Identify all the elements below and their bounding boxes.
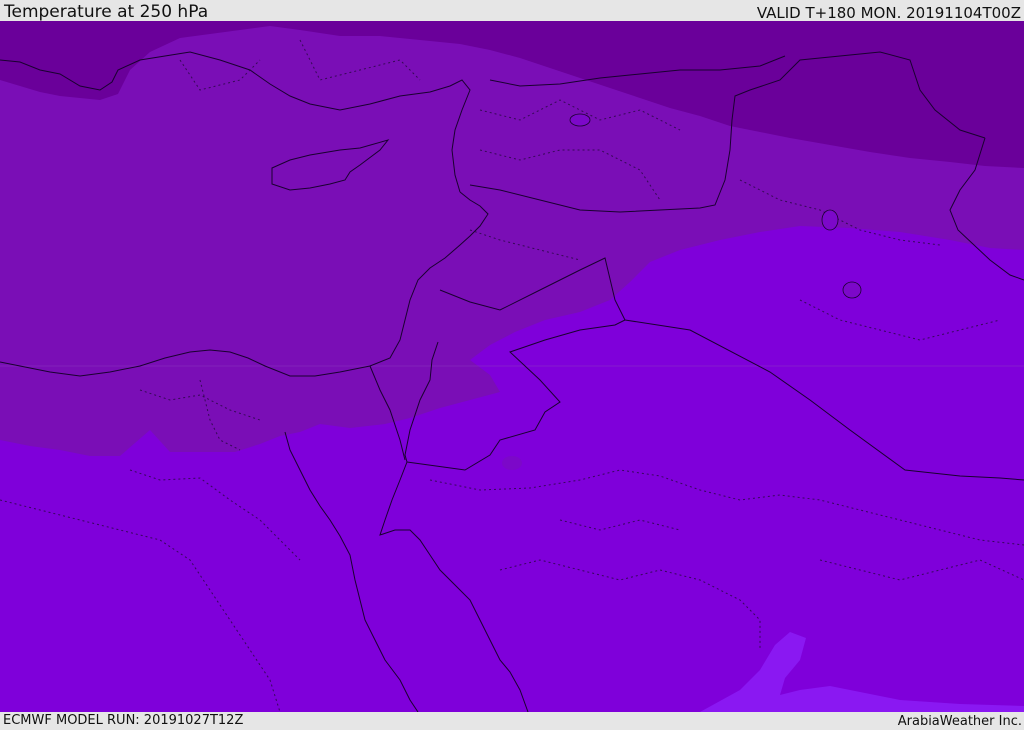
weather-map[interactable] xyxy=(0,21,1024,712)
map-title: Temperature at 250 hPa xyxy=(4,2,209,22)
header-bar: Temperature at 250 hPa VALID T+180 MON. … xyxy=(0,0,1024,22)
warm-spot xyxy=(502,456,522,470)
credit-label: ArabiaWeather Inc. xyxy=(897,714,1022,729)
lake-urmia xyxy=(821,209,839,231)
lake-van xyxy=(569,113,591,127)
lake-iraq xyxy=(842,281,862,299)
footer-bar: ECMWF MODEL RUN: 20191027T12Z ArabiaWeat… xyxy=(0,712,1024,729)
model-run-label: ECMWF MODEL RUN: 20191027T12Z xyxy=(3,713,244,728)
valid-time: VALID T+180 MON. 20191104T00Z xyxy=(756,4,1021,22)
